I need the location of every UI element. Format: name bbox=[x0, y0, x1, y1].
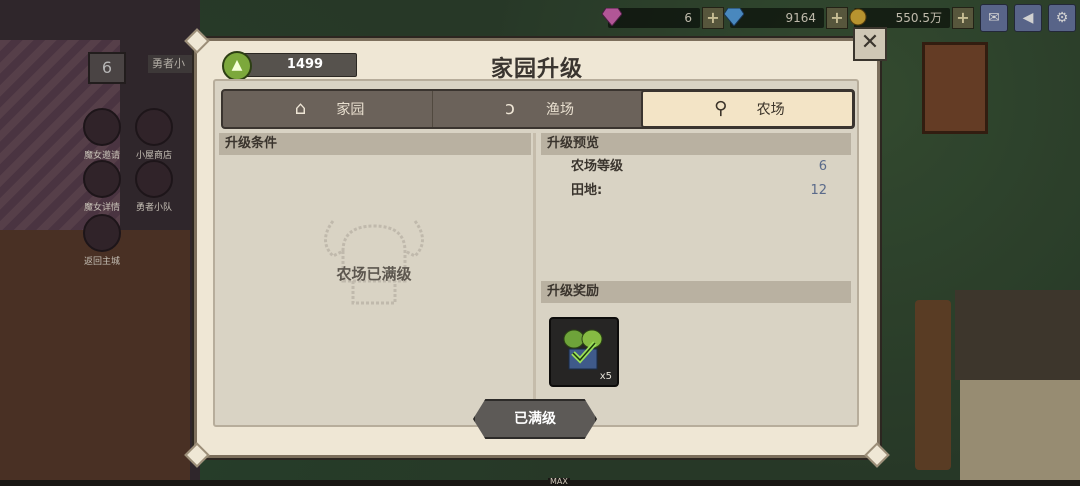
preview-panel: 升级预览 农场等级 6 田地: 12 升级奖励 x5 bbox=[541, 133, 851, 419]
tab-fishery-label: 渔场 bbox=[546, 102, 574, 118]
conditions-panel: 升级条件 农场已满级 bbox=[219, 133, 531, 419]
reward-item-slot[interactable]: x5 bbox=[549, 317, 619, 387]
tab-bar: ⌂ 家园 ↄ 渔场 ⚲ 农场 bbox=[221, 89, 855, 129]
preview-label: 田地: bbox=[571, 183, 603, 198]
experience-bar: MAX bbox=[0, 477, 1080, 486]
preview-header: 升级预览 bbox=[541, 133, 851, 155]
preview-row: 农场等级 6 bbox=[541, 155, 851, 179]
tab-home[interactable]: ⌂ 家园 bbox=[223, 91, 432, 127]
home-icon: ⌂ bbox=[294, 98, 307, 119]
preview-row: 田地: 12 bbox=[541, 179, 851, 203]
max-level-notice: 农场已满级 bbox=[299, 211, 449, 321]
conditions-header: 升级条件 bbox=[219, 133, 531, 155]
max-level-text: 农场已满级 bbox=[336, 265, 412, 283]
preview-value: 6 bbox=[818, 159, 827, 174]
fishhook-icon: ↄ bbox=[505, 98, 515, 119]
dialog-content: ⌂ 家园 ↄ 渔场 ⚲ 农场 升级条件 农场已满级 升级预览 农场等级 6 田地… bbox=[213, 79, 859, 427]
close-icon: ✕ bbox=[860, 30, 880, 55]
tab-farm-label: 农场 bbox=[756, 102, 785, 118]
max-level-button-label: 已满级 bbox=[514, 411, 556, 427]
viking-helmet-icon bbox=[324, 220, 424, 305]
close-button[interactable]: ✕ bbox=[853, 27, 887, 61]
sprout-icon bbox=[563, 329, 603, 370]
tab-farm[interactable]: ⚲ 农场 bbox=[641, 90, 855, 128]
reward-header: 升级奖励 bbox=[541, 281, 851, 303]
tab-home-label: 家园 bbox=[336, 102, 365, 118]
panel-divider bbox=[533, 133, 536, 419]
shovel-icon: ⚲ bbox=[714, 98, 728, 119]
reward-section: 升级奖励 bbox=[541, 281, 851, 303]
reward-count: x5 bbox=[599, 371, 612, 382]
experience-max-label: MAX bbox=[548, 477, 570, 486]
tab-fishery[interactable]: ↄ 渔场 bbox=[431, 91, 642, 127]
preview-label: 农场等级 bbox=[571, 159, 624, 174]
preview-value: 12 bbox=[810, 183, 827, 198]
home-upgrade-dialog: ▲ 1499 家园升级 ✕ ⌂ 家园 ↄ 渔场 ⚲ 农场 升级条件 农场已满级 … bbox=[184, 27, 890, 468]
max-level-button[interactable]: 已满级 bbox=[473, 399, 597, 439]
